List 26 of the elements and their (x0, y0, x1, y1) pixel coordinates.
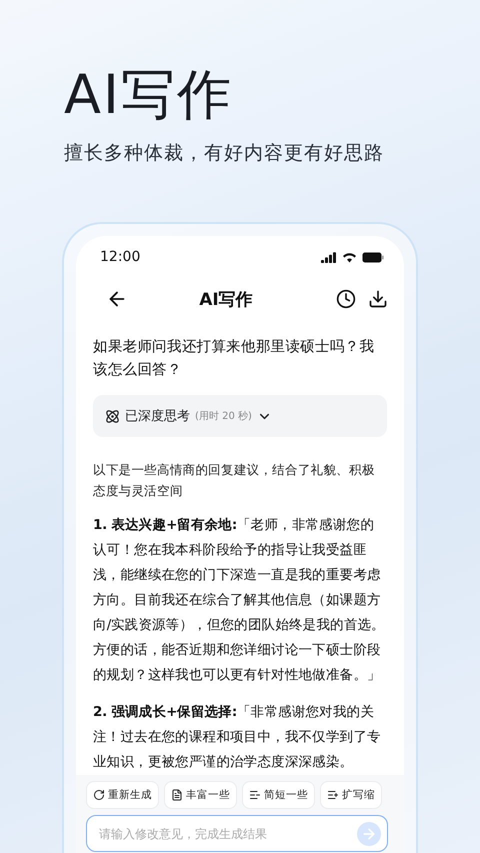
answer-paragraph: 2. 强调成长+保留选择:「非常感谢您对我的关注！过去在您的课程和项目中，我不仅学到了专业知识，更被您严谨的治学态度深深感染。 (93, 703, 382, 772)
list-icon (249, 789, 261, 801)
action-chip[interactable]: 丰富一些 (164, 781, 237, 809)
arrow-icon (361, 826, 377, 842)
atom-icon (105, 408, 120, 424)
battery-icon (362, 252, 384, 262)
text-input[interactable]: 请输入修改意见，完成生成结果 (97, 826, 357, 842)
question-text: 如果老师问我还打算来他那里读硕士吗？我该怎么回答？ (93, 338, 376, 380)
clock-icon[interactable] (336, 289, 356, 309)
status-time: 12:00 (100, 249, 140, 265)
action-chip[interactable]: 重新生成 (86, 781, 159, 809)
refresh-icon (93, 789, 105, 801)
intro-text: 以下是一些高情商的回复建议，结合了礼貌、积极态度与灵活空间 (93, 461, 376, 500)
answer-paragraph: 1. 表达兴趣+留有余地:「老师，非常感谢您的认可！您在我本科阶段给予的指导让我受益匪浅，能继续在您的门下深造一直是我的重要考虑方向。目前我还在综合了解其他信息（如课题方向/实践资源等），但您的团队始终是我的首选。方便的话，能否近期和您详细讨论一下硕士阶段的规划？这样我也可以更有针对性地做准备。」 (93, 516, 386, 685)
hero-title: AI写作 (64, 62, 233, 128)
thinking-toggle[interactable]: 已深度思考 (用时 20 秒) (93, 395, 387, 437)
page-title: AI写作 (198, 288, 254, 310)
hero-subtitle: 擅长多种体裁，有好内容更有好思路 (64, 141, 384, 166)
wifi-icon (342, 252, 357, 262)
action-chip[interactable]: 扩写缩 (320, 781, 382, 809)
action-chip[interactable]: 简短一些 (242, 781, 315, 809)
list-icon (327, 789, 339, 801)
download-icon[interactable] (368, 289, 388, 309)
signal-icon (321, 252, 337, 262)
document-icon (171, 789, 183, 801)
input-field[interactable]: 请输入修改意见，完成生成结果 (86, 815, 388, 852)
